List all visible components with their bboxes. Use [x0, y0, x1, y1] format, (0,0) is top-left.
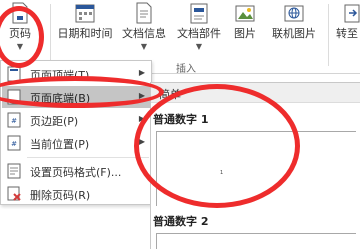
ribbon-separator	[328, 4, 329, 66]
menu-item-remove-page-numbers[interactable]: 删除页码(R)	[2, 183, 151, 205]
go-to-button[interactable]: 转至	[332, 0, 360, 56]
bottom-of-page-gallery: 简单 普通数字 1 1 普通数字 2	[150, 82, 360, 249]
page-top-icon	[6, 66, 22, 82]
chevron-down-icon: ▼	[195, 42, 203, 51]
online-picture-icon	[283, 2, 305, 27]
gallery-item-label: 普通数字 1	[153, 113, 209, 126]
go-to-icon	[341, 2, 360, 27]
chevron-right-icon: ▶	[138, 137, 145, 146]
page-margin-icon: #	[6, 112, 22, 128]
svg-text:#: #	[11, 117, 17, 125]
menu-item-top-of-page[interactable]: 页面顶端(T) ▶	[2, 63, 151, 85]
current-position-icon: #	[6, 135, 22, 151]
menu-item-page-margins[interactable]: # 页边距(P) ▶	[2, 109, 151, 131]
picture-icon	[234, 2, 256, 27]
menu-item-current-position[interactable]: # 当前位置(P) ▶	[2, 132, 151, 154]
date-time-button[interactable]: 日期和时间	[52, 0, 118, 56]
document-parts-button[interactable]: 文档部件 ▼	[172, 0, 226, 56]
gallery-section-header: 简单	[151, 83, 360, 103]
gallery-item-plain-number-1[interactable]: 1	[156, 131, 356, 206]
chevron-right-icon: ▶	[138, 114, 145, 123]
gallery-item-label: 普通数字 2	[153, 215, 209, 228]
page-bottom-icon	[6, 89, 22, 105]
menu-separator	[27, 157, 149, 158]
ribbon-separator	[50, 4, 51, 66]
chevron-right-icon: ▶	[138, 68, 145, 77]
format-page-number-icon	[6, 163, 22, 179]
menu-item-bottom-of-page[interactable]: 页面底端(B) ▶	[2, 86, 151, 108]
page-number-icon	[10, 2, 30, 27]
chevron-down-icon: ▼	[140, 42, 148, 51]
document-parts-icon	[188, 2, 210, 27]
menu-item-format-page-numbers[interactable]: 设置页码格式(F)...	[2, 160, 151, 182]
picture-button[interactable]: 图片	[228, 0, 262, 56]
gallery-item-plain-number-2[interactable]	[156, 233, 356, 249]
page-number-menu: 页面顶端(T) ▶ 页面底端(B) ▶ # 页边距(P) ▶ # 当前位置(P)…	[0, 60, 152, 205]
insert-group-label: 插入	[176, 64, 196, 75]
document-info-button[interactable]: 文档信息 ▼	[118, 0, 170, 56]
online-picture-button[interactable]: 联机图片	[264, 0, 324, 56]
svg-text:#: #	[11, 140, 17, 148]
delete-page-number-icon	[6, 186, 22, 202]
page-number-button[interactable]: 页码 ▼	[0, 0, 40, 56]
chevron-right-icon: ▶	[138, 91, 145, 100]
document-info-icon	[133, 2, 155, 27]
page-number-preview: 1	[220, 170, 224, 176]
chevron-down-icon: ▼	[16, 42, 24, 51]
calendar-icon	[74, 2, 96, 27]
